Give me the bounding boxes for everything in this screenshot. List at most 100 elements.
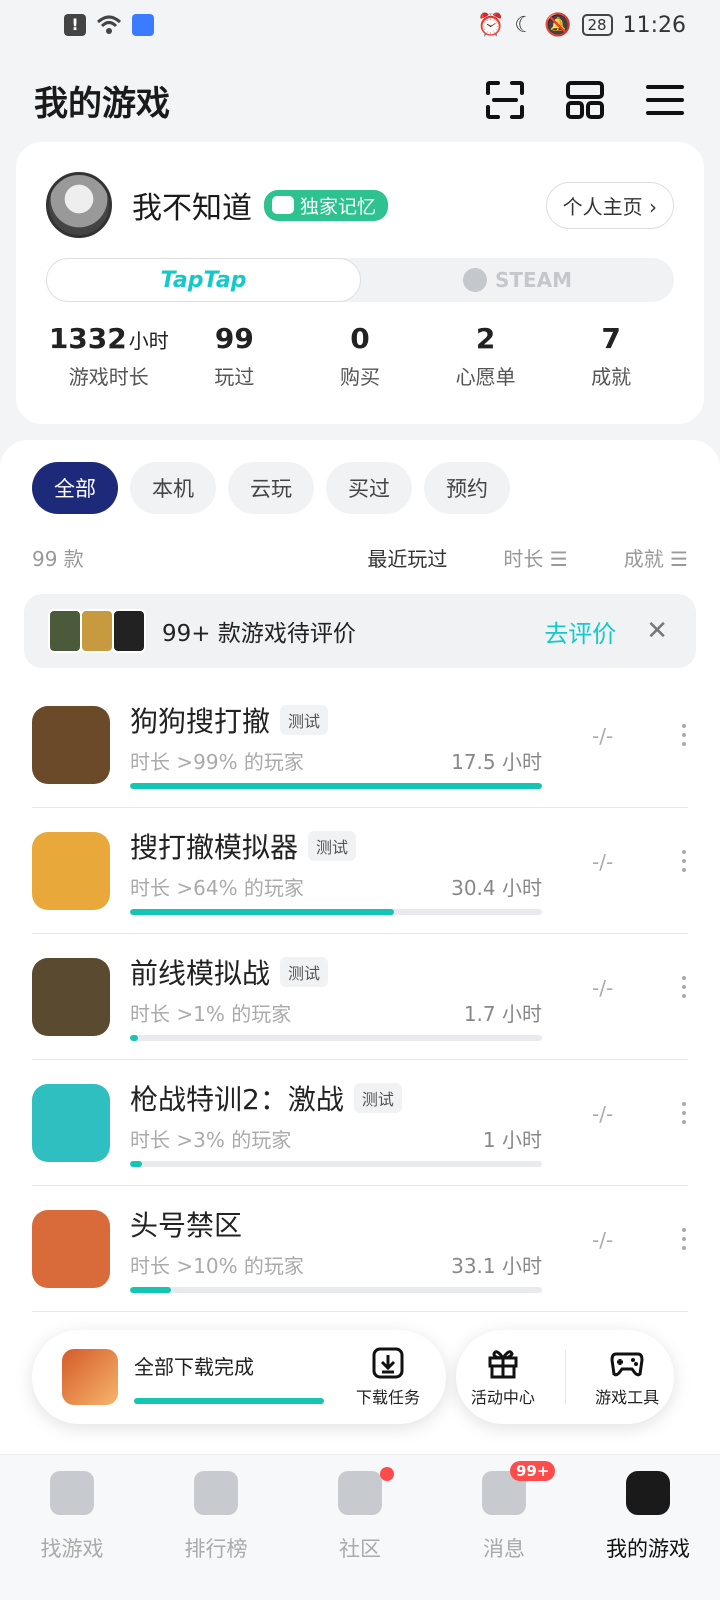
gamepad-icon (610, 1352, 644, 1377)
progress-fill (130, 783, 542, 789)
grid-icon[interactable] (564, 79, 606, 121)
playtime-progress (130, 1161, 542, 1167)
playtime-progress (130, 1287, 542, 1293)
game-icon[interactable] (32, 705, 110, 784)
stat-achievements[interactable]: 7 成就 (548, 322, 674, 390)
page-header: 我的游戏 (0, 60, 720, 140)
game-row[interactable]: 头号禁区 时长 >10% 的玩家 33.1 小时 -/- (32, 1186, 688, 1312)
download-task-button[interactable]: 下载任务 (356, 1346, 420, 1408)
download-status: 全部下载完成 (134, 1354, 254, 1379)
nav-find-game[interactable]: 找游戏 (0, 1455, 144, 1600)
nav-community[interactable]: 社区 (288, 1455, 432, 1600)
filter-purchased[interactable]: 买过 (326, 462, 412, 514)
review-banner[interactable]: 99+ 款游戏待评价 去评价 ✕ (24, 594, 696, 668)
game-cover (80, 609, 114, 653)
mute-icon: 🔕 (544, 12, 572, 38)
stat-purchased[interactable]: 0 购买 (297, 322, 423, 390)
playtime-hours: 1 小时 (482, 1128, 542, 1152)
sort-recent[interactable]: 最近玩过 (367, 543, 447, 572)
nav-label: 消息 (483, 1537, 525, 1561)
achievement-value: -/- (592, 724, 614, 748)
filter-cloud[interactable]: 云玩 (228, 462, 314, 514)
nav-my-games[interactable]: 我的游戏 (576, 1455, 720, 1600)
game-icon[interactable] (32, 957, 110, 1036)
stat-played[interactable]: 99 玩过 (172, 322, 298, 390)
steam-label: STEAM (494, 268, 573, 292)
game-row[interactable]: 枪战特训2：激战 测试 时长 >3% 的玩家 1 小时 -/- (32, 1060, 688, 1186)
activity-center-button[interactable]: 活动中心 (471, 1346, 535, 1408)
more-icon[interactable] (680, 976, 688, 998)
more-icon[interactable] (680, 1228, 688, 1250)
playtime-rank: 时长 >1% 的玩家 (130, 1002, 292, 1026)
test-tag: 测试 (280, 705, 329, 735)
community-icon (338, 1471, 382, 1515)
nav-messages[interactable]: 99+ 消息 (432, 1455, 576, 1600)
app-notification-icon (132, 14, 154, 36)
notification-dot (380, 1467, 394, 1481)
review-action-button[interactable]: 去评价 (544, 614, 616, 649)
scan-icon[interactable] (484, 79, 526, 121)
playtime-hours: 17.5 小时 (451, 750, 542, 774)
more-icon[interactable] (680, 724, 688, 746)
playtime-rank: 时长 >99% 的玩家 (130, 750, 304, 774)
game-icon[interactable] (32, 1209, 110, 1288)
game-row[interactable]: 前线模拟战 测试 时长 >1% 的玩家 1.7 小时 -/- (32, 934, 688, 1060)
games-panel: 全部 本机 云玩 买过 预约 99 款 最近玩过 时长 ☰ 成就 ☰ 99+ 款… (0, 440, 720, 1480)
message-badge: 99+ (510, 1461, 556, 1481)
avatar[interactable] (46, 172, 112, 238)
filter-local[interactable]: 本机 (130, 462, 216, 514)
game-icon[interactable] (32, 1083, 110, 1162)
stat-label: 游戏时长 (68, 365, 149, 389)
filter-all[interactable]: 全部 (32, 462, 118, 514)
achievement-value: -/- (592, 1228, 614, 1252)
more-icon[interactable] (680, 850, 688, 872)
stat-label: 玩过 (214, 365, 255, 389)
playtime-progress (130, 783, 542, 789)
stat-value: 1332 (48, 322, 127, 355)
stat-value: 2 (475, 322, 496, 355)
test-tag: 测试 (353, 1083, 402, 1113)
playtime-rank: 时长 >3% 的玩家 (130, 1128, 292, 1152)
sort-row: 99 款 最近玩过 时长 ☰ 成就 ☰ (0, 542, 720, 572)
download-icon (372, 1347, 404, 1379)
my-games-icon (626, 1471, 670, 1515)
alarm-icon: ⏰ (476, 12, 505, 38)
download-bar[interactable]: 全部下载完成 下载任务 (32, 1330, 446, 1424)
tab-steam[interactable]: STEAM (361, 258, 674, 302)
username: 我不知道 (132, 191, 252, 226)
wifi-icon (96, 15, 122, 34)
game-icon[interactable] (32, 831, 110, 910)
divider (564, 1350, 566, 1404)
stat-wishlist[interactable]: 2 心愿单 (423, 322, 549, 390)
more-icon[interactable] (680, 1102, 688, 1124)
menu-icon[interactable] (644, 79, 686, 121)
nav-label: 我的游戏 (606, 1537, 690, 1561)
game-row[interactable]: 狗狗搜打撤 测试 时长 >99% 的玩家 17.5 小时 -/- (32, 682, 688, 808)
game-tools-button[interactable]: 游戏工具 (595, 1346, 659, 1408)
progress-fill (130, 1035, 139, 1041)
homepage-button[interactable]: 个人主页 › (545, 181, 674, 229)
activity-label: 活动中心 (470, 1388, 535, 1407)
game-icon (62, 1349, 118, 1405)
gift-icon (488, 1350, 518, 1379)
sort-achievement[interactable]: 成就 ☰ (624, 543, 688, 572)
filter-reserved[interactable]: 预约 (424, 462, 510, 514)
badge-label: 独家记忆 (300, 195, 377, 218)
game-row[interactable]: 搜打撤模拟器 测试 时长 >64% 的玩家 30.4 小时 -/- (32, 808, 688, 934)
sort-duration[interactable]: 时长 ☰ (503, 543, 567, 572)
exclusive-badge[interactable]: 独家记忆 (264, 189, 389, 221)
close-icon[interactable]: ✕ (646, 616, 668, 646)
stat-value: 7 (601, 322, 621, 355)
game-cover (112, 609, 146, 653)
cover-stack (48, 609, 146, 653)
game-name: 狗狗搜打撤 (130, 705, 271, 738)
nav-ranking[interactable]: 排行榜 (144, 1455, 288, 1600)
status-bar: ! ⏰ ☾ 🔕 28 11:26 (0, 0, 720, 50)
achievement-value: -/- (592, 1102, 614, 1126)
playtime-progress (130, 1035, 542, 1041)
bottom-nav: 找游戏 排行榜 社区 99+ 消息 我的游戏 (0, 1454, 720, 1600)
tab-taptap[interactable]: TapTap (46, 258, 361, 302)
stat-playtime[interactable]: 1332 小时 游戏时长 (46, 322, 172, 390)
playtime-hours: 1.7 小时 (463, 1002, 542, 1026)
profile-card: 我不知道 独家记忆 个人主页 › TapTap STEAM 1332 小时 游戏时… (16, 142, 704, 424)
